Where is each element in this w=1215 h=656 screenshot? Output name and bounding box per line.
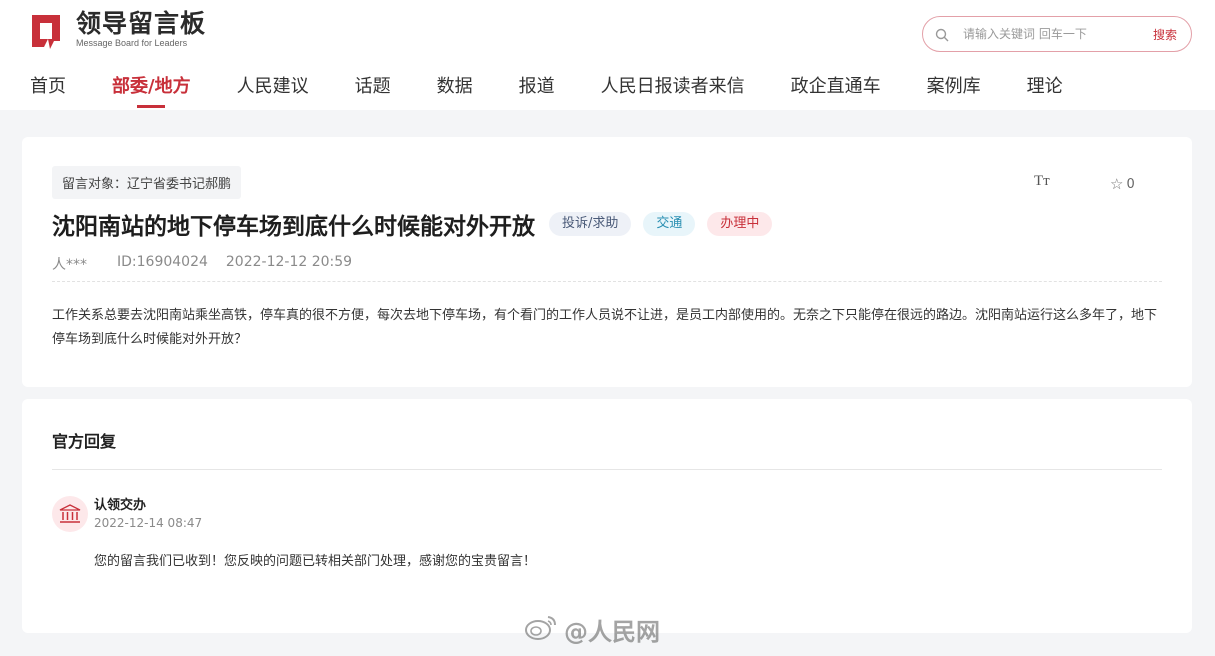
message-meta: 人*** ID:16904024 2022-12-12 20:59 (52, 254, 382, 274)
nav-item-people-suggestions[interactable]: 人民建议 (237, 72, 309, 108)
font-size-button[interactable]: Tт (1034, 173, 1050, 190)
reply-heading: 官方回复 (52, 432, 117, 451)
watermark-text: @人民网 (564, 618, 660, 646)
search-icon (935, 27, 949, 42)
government-building-icon (52, 496, 88, 532)
star-icon: ☆ (1110, 175, 1124, 193)
divider (52, 281, 1162, 282)
nav-item-ministries-local[interactable]: 部委/地方 (112, 72, 191, 108)
category-badge: 投诉/求助 (549, 212, 632, 236)
weibo-icon (524, 613, 558, 647)
nav-item-topics[interactable]: 话题 (355, 72, 391, 108)
logo-title: 领导留言板 (76, 9, 207, 38)
search-button[interactable]: 搜索 (1153, 26, 1177, 43)
site-logo[interactable]: 领导留言板 Message Board for Leaders (30, 10, 206, 49)
message-title: 沈阳南站的地下停车场到底什么时候能对外开放 (52, 214, 535, 240)
field-badge: 交通 (643, 212, 696, 236)
search-box: 搜索 (922, 16, 1192, 52)
message-author: 人*** (52, 257, 87, 273)
logo-mark-icon (30, 11, 68, 49)
message-content: 工作关系总要去沈阳南站乘坐高铁，停车真的很不方便，每次去地下停车场，有个看门的工… (52, 308, 1158, 347)
reply-date: 2022-12-14 08:47 (94, 516, 203, 530)
watermark: @人民网 (524, 612, 660, 647)
favorite-count: 0 (1126, 176, 1135, 192)
reply-org: 认领交办 (94, 498, 147, 513)
reply-text: 您的留言我们已收到！您反映的问题已转相关部门处理，感谢您的宝贵留言！ (94, 554, 537, 569)
nav-item-theory[interactable]: 理论 (1027, 72, 1063, 108)
search-input[interactable] (963, 27, 1133, 41)
logo-subtitle: Message Board for Leaders (76, 38, 188, 48)
site-header: 领导留言板 Message Board for Leaders 搜索 首页 部委… (0, 0, 1215, 110)
reply-card: 官方回复 认领交办 2022-12-14 08:47 您的留言我们已收到！您反映… (22, 399, 1192, 633)
message-id: ID:16904024 (117, 254, 208, 270)
divider (52, 469, 1162, 470)
title-row: 沈阳南站的地下停车场到底什么时候能对外开放 投诉/求助 交通 办理中 (52, 207, 773, 241)
main-nav: 首页 部委/地方 人民建议 话题 数据 报道 人民日报读者来信 政企直通车 案例… (30, 72, 1109, 108)
status-badge: 办理中 (707, 212, 773, 236)
nav-item-reports[interactable]: 报道 (519, 72, 555, 108)
nav-item-case-library[interactable]: 案例库 (927, 72, 981, 108)
message-card: 留言对象：辽宁省委书记郝鹏 Tт ☆ 0 沈阳南站的地下停车场到底什么时候能对外… (22, 137, 1192, 387)
favorite-button[interactable]: ☆ 0 (1110, 175, 1135, 193)
nav-item-home[interactable]: 首页 (30, 72, 66, 108)
message-target: 留言对象：辽宁省委书记郝鹏 (52, 166, 242, 199)
nav-item-data[interactable]: 数据 (437, 72, 473, 108)
message-time: 2022-12-12 20:59 (225, 254, 353, 270)
nav-item-gov-enterprise[interactable]: 政企直通车 (791, 72, 881, 108)
nav-item-reader-letters[interactable]: 人民日报读者来信 (601, 72, 745, 108)
